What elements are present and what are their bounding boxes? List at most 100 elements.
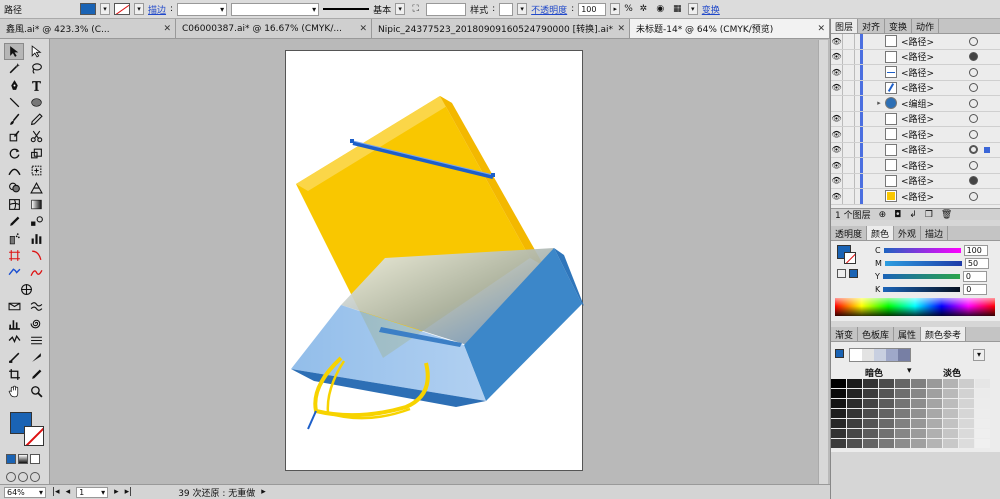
color-variation-grid[interactable] — [831, 379, 990, 448]
brush-field[interactable] — [426, 2, 467, 16]
stroke-weight-field[interactable]: ▾ — [177, 2, 228, 16]
close-icon[interactable]: ✕ — [617, 24, 625, 34]
blend-tool-icon[interactable] — [26, 213, 46, 230]
layer-row[interactable]: 👁 <路径> — [831, 158, 1000, 174]
symbol-tool-icon[interactable] — [4, 298, 24, 315]
fill-stroke-widget[interactable] — [4, 410, 45, 450]
layer-row[interactable]: 👁 <路径> — [831, 80, 1000, 96]
eyedropper-tool-icon[interactable] — [4, 213, 24, 230]
isolate-icon[interactable]: ◉ — [654, 3, 667, 16]
tab-actions[interactable]: 动作 — [912, 19, 940, 33]
tab-stroke[interactable]: 描边 — [921, 226, 949, 240]
cyan-slider[interactable] — [883, 248, 961, 253]
draw-inside-button[interactable] — [30, 472, 40, 482]
layer-row[interactable]: 👁 <路径> — [831, 142, 1000, 158]
layer-row[interactable]: ▸ <编组> — [831, 96, 1000, 112]
canvas-area[interactable] — [51, 40, 828, 484]
pencil-tool-icon[interactable] — [26, 111, 46, 128]
direct-selection-tool-icon[interactable] — [26, 43, 46, 60]
opacity-field[interactable]: 100 — [578, 2, 607, 16]
knife-tool-icon[interactable] — [26, 349, 46, 366]
profile-dropdown[interactable]: ▾ — [395, 3, 406, 15]
eye-icon[interactable]: 👁 — [831, 189, 843, 204]
fill-color-swatch[interactable] — [80, 3, 97, 15]
delete-layer-icon[interactable]: 🗑 — [941, 210, 952, 220]
tab-transparency[interactable]: 透明度 — [831, 226, 868, 240]
new-sublayer-icon[interactable]: ↲ — [909, 210, 917, 220]
symbol-sprayer-tool-icon[interactable] — [4, 230, 24, 247]
slice-tool-icon[interactable] — [26, 247, 46, 264]
shade-dropdown-icon[interactable]: ▾ — [907, 366, 912, 376]
color-mode-button[interactable] — [6, 454, 16, 464]
draw-behind-button[interactable] — [18, 472, 28, 482]
tab-align[interactable]: 对齐 — [858, 19, 886, 33]
tab-color[interactable]: 颜色 — [867, 226, 895, 240]
measure-tool-icon[interactable] — [4, 349, 24, 366]
artboard-tool-icon[interactable] — [4, 247, 24, 264]
line-segment-tool-icon[interactable] — [4, 94, 24, 111]
eye-icon[interactable]: 👁 — [831, 49, 843, 64]
harmony-rule-strip[interactable] — [849, 348, 911, 362]
color-stroke-swatch[interactable] — [844, 252, 856, 264]
locate-object-icon[interactable]: ⊕ — [879, 210, 887, 220]
eye-icon[interactable]: 👁 — [831, 80, 843, 95]
close-icon[interactable]: ✕ — [359, 24, 367, 34]
warp-tool-icon[interactable] — [26, 298, 46, 315]
opacity-link[interactable]: 不透明度 — [531, 3, 567, 16]
selection-indicator[interactable] — [984, 146, 990, 153]
close-icon[interactable]: ✕ — [163, 24, 171, 34]
color-spectrum-bar[interactable] — [835, 298, 995, 316]
yellow-value[interactable]: 0 — [962, 271, 987, 282]
variable-width-field[interactable]: ▾ — [231, 2, 320, 16]
tab-layers[interactable]: 图层 — [831, 19, 859, 33]
hand-tool-icon[interactable] — [4, 383, 24, 400]
expand-icon[interactable]: ▸ — [873, 99, 885, 107]
draw-normal-button[interactable] — [6, 472, 16, 482]
style-dropdown[interactable]: ▾ — [517, 3, 528, 15]
perspective-grid-tool-icon[interactable] — [26, 179, 46, 196]
mesh-tool-icon[interactable] — [4, 196, 24, 213]
layer-row[interactable]: 👁 <路径> — [831, 65, 1000, 81]
eye-icon[interactable] — [831, 96, 843, 111]
scissors-tool-icon[interactable] — [26, 128, 46, 145]
none-mode-button[interactable] — [30, 454, 40, 464]
chart-tool-icon[interactable] — [4, 315, 24, 332]
stroke-dropdown[interactable]: ▾ — [134, 3, 145, 15]
stroke-color-box[interactable] — [24, 426, 44, 446]
column-graph-tool-icon[interactable] — [26, 230, 46, 247]
path-eraser-tool-icon[interactable] — [26, 264, 46, 281]
layer-row[interactable]: 👁 <路径> — [831, 127, 1000, 143]
base-color-swatch[interactable] — [835, 349, 844, 358]
tab-transform[interactable]: 变换 — [885, 19, 913, 33]
hand-target-icon[interactable] — [4, 281, 48, 298]
make-clipping-mask-icon[interactable]: ◘ — [894, 210, 901, 220]
gamut-warning-icon[interactable] — [837, 269, 846, 278]
pucker-tool-icon[interactable] — [4, 332, 24, 349]
crop-tool-icon[interactable] — [4, 366, 24, 383]
eyedropper-alt-icon[interactable] — [26, 366, 46, 383]
stroke-link[interactable]: 描边 — [148, 3, 166, 16]
eye-icon[interactable]: 👁 — [831, 127, 843, 142]
magenta-slider[interactable] — [884, 261, 962, 266]
align-dropdown[interactable]: ▾ — [687, 3, 698, 15]
yellow-slider[interactable] — [882, 274, 960, 279]
last-artboard-icon[interactable]: ▸| — [125, 487, 133, 497]
tab-swatch-libraries[interactable]: 色板库 — [858, 327, 895, 341]
eye-icon[interactable]: 👁 — [831, 158, 843, 173]
document-tab-2[interactable]: C06000387.ai* @ 16.67% (CMYK/... ✕ — [176, 19, 372, 38]
layer-row[interactable]: 👁 <路径> — [831, 189, 1000, 205]
paintbrush-tool-icon[interactable] — [4, 111, 24, 128]
tab-appearance[interactable]: 外观 — [894, 226, 922, 240]
gradient-tool-icon[interactable] — [26, 196, 46, 213]
eraser-tool-icon[interactable] — [4, 264, 24, 281]
rotate-tool-icon[interactable] — [4, 145, 24, 162]
layer-row[interactable]: 👁 <路径> — [831, 111, 1000, 127]
eye-icon[interactable]: 👁 — [831, 65, 843, 80]
zoom-tool-icon[interactable] — [26, 383, 46, 400]
eye-icon[interactable]: 👁 — [831, 142, 843, 157]
twirl-tool-icon[interactable] — [26, 315, 46, 332]
vertical-scrollbar[interactable] — [818, 40, 828, 484]
close-icon[interactable]: ✕ — [817, 24, 825, 34]
lasso-tool-icon[interactable] — [26, 60, 46, 77]
eye-icon[interactable]: 👁 — [831, 111, 843, 126]
